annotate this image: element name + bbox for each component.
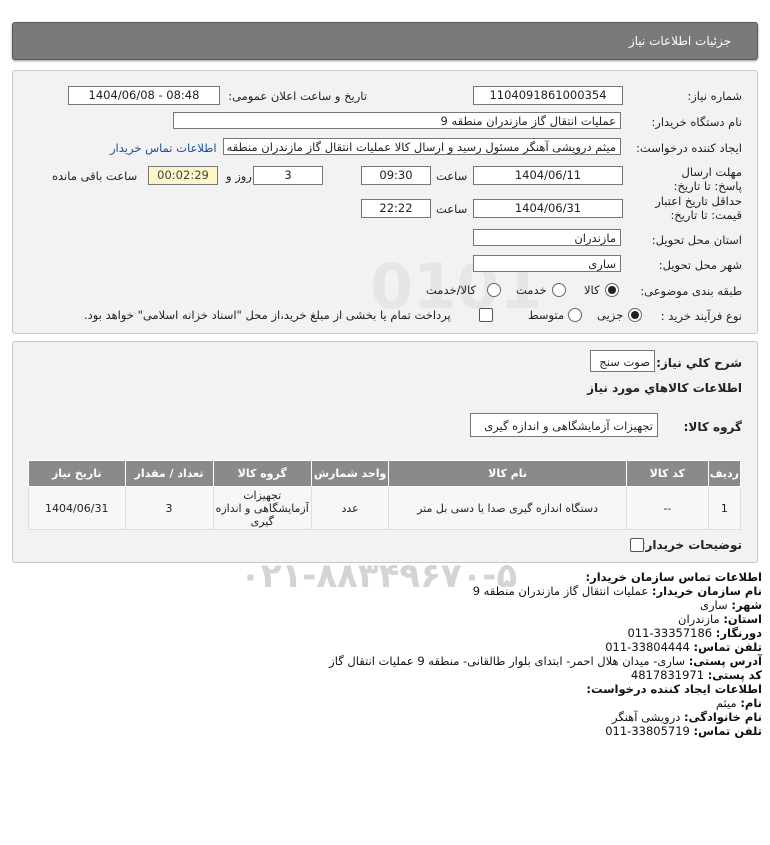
buyer-notes-checkbox[interactable] xyxy=(630,538,644,552)
deadline-date-field: 1404/06/11 xyxy=(473,166,623,185)
contact-org: نام سازمان خریدار: عملیات انتقال گاز ماز… xyxy=(472,584,762,598)
items-title: اطلاعات کالاهاي مورد نياز xyxy=(587,381,742,395)
announce-field: 1404/06/08 - 08:48 xyxy=(68,86,220,105)
creator-field: میثم درویشی آهنگر مسئول رسید و ارسال کال… xyxy=(223,138,621,155)
creator-first-name: نام: میثم xyxy=(715,696,762,710)
col-date: تاریخ نیاز xyxy=(28,460,126,487)
col-code: کد کالا xyxy=(625,460,709,487)
deadline-label: مهلت ارسال پاسخ: تا تاریخ: xyxy=(673,165,742,193)
goods-group-field: تجهیزات آزمایشگاهی و اندازه گیری xyxy=(470,413,658,437)
cell-date: 1404/06/31 xyxy=(28,486,126,530)
need-number-field: 1104091861000354 xyxy=(473,86,623,105)
description-label: شرح کلي نياز: xyxy=(656,356,742,370)
page-title: جزئیات اطلاعات نیاز xyxy=(628,34,731,48)
table-row: 1 -- دستگاه اندازه گیری صدا یا دسی بل مت… xyxy=(28,486,742,530)
need-number-label: شماره نیاز: xyxy=(687,89,742,103)
contact-address: آدرس پستی: ساری- میدان هلال احمر- ابتدای… xyxy=(329,654,762,668)
category-radio-goods[interactable] xyxy=(605,283,619,297)
process-option-medium: متوسط xyxy=(528,308,565,322)
deadline-time-label: ساعت xyxy=(436,169,468,183)
validity-time-field: 22:22 xyxy=(361,199,431,218)
days-field: 3 xyxy=(253,166,323,185)
contact-province: استان: مازندران xyxy=(678,612,762,626)
cell-name: دستگاه اندازه گیری صدا یا دسی بل متر xyxy=(388,486,627,530)
process-radio-minor[interactable] xyxy=(628,308,642,322)
payment-text: پرداخت تمام یا بخشی از مبلغ خرید،از محل … xyxy=(84,308,451,322)
category-radio-service[interactable] xyxy=(552,283,566,297)
process-option-minor: جزیی xyxy=(597,308,624,322)
col-unit: واحد شمارش xyxy=(310,460,390,487)
contact-phone: تلفن تماس: 33804444-011 xyxy=(605,640,762,654)
creator-info-title: اطلاعات ایجاد کننده درخواست: xyxy=(586,682,762,696)
category-option-goods: کالا xyxy=(584,283,600,297)
category-option-service: خدمت xyxy=(516,283,547,297)
cell-row: 1 xyxy=(707,486,742,530)
cell-group: تجهیزات آزمایشگاهی و اندازه گیری xyxy=(212,486,312,530)
days-label: روز و xyxy=(226,169,252,183)
category-label: طبقه بندی موضوعی: xyxy=(640,284,742,298)
items-table-header: ردیف کد کالا نام کالا واحد شمارش گروه کا… xyxy=(28,460,742,487)
cell-qty: 3 xyxy=(124,486,214,530)
description-field: صوت سنج xyxy=(590,350,655,372)
creator-label: ایجاد کننده درخواست: xyxy=(636,141,742,155)
validity-date-field: 1404/06/31 xyxy=(473,199,623,218)
remaining-time-field: 00:02:29 xyxy=(148,166,218,185)
page-header: جزئیات اطلاعات نیاز xyxy=(12,22,758,60)
col-name: نام کالا xyxy=(388,460,627,487)
city-label: شهر محل تحویل: xyxy=(658,258,742,272)
buyer-org-field: عملیات انتقال گاز مازندران منطقه 9 xyxy=(173,112,621,129)
category-option-goods-service: کالا/خدمت xyxy=(426,283,477,297)
contact-city: شهر: ساری xyxy=(699,598,762,612)
buyer-contact-link[interactable]: اطلاعات تماس خریدار xyxy=(110,141,217,155)
province-field: مازندران xyxy=(473,229,621,246)
remaining-label: ساعت باقی مانده xyxy=(52,169,138,183)
process-radio-medium[interactable] xyxy=(568,308,582,322)
contact-postal: کد پستی: 4817831971 xyxy=(630,668,762,682)
process-label: نوع فرآیند خرید : xyxy=(660,309,742,323)
category-radio-goods-service[interactable] xyxy=(487,283,501,297)
creator-last-name: نام خانوادگی: درویشی آهنگر xyxy=(612,710,762,724)
goods-group-label: گروه کالا: xyxy=(683,420,742,434)
payment-checkbox[interactable] xyxy=(479,308,493,322)
contact-title: اطلاعات تماس سازمان خریدار: xyxy=(585,570,762,584)
province-label: استان محل تحویل: xyxy=(651,233,742,247)
cell-code: -- xyxy=(625,486,709,530)
buyer-org-label: نام دستگاه خریدار: xyxy=(651,115,742,129)
buyer-notes-label: توضیحات خریدار: xyxy=(640,538,742,552)
contact-fax: دورنگار: 33357186-011 xyxy=(627,626,762,640)
validity-label: حداقل تاریخ اعتبار قیمت: تا تاریخ: xyxy=(655,194,742,222)
city-field: ساری xyxy=(473,255,621,272)
cell-unit: عدد xyxy=(310,486,390,530)
deadline-time-field: 09:30 xyxy=(361,166,431,185)
col-row: ردیف xyxy=(707,460,742,487)
col-group: گروه کالا xyxy=(212,460,312,487)
announce-label: تاریخ و ساعت اعلان عمومی: xyxy=(228,89,367,103)
creator-phone: تلفن تماس: 33805719-011 xyxy=(605,724,762,738)
items-table: ردیف کد کالا نام کالا واحد شمارش گروه کا… xyxy=(28,460,742,530)
col-qty: تعداد / مقدار xyxy=(124,460,214,487)
validity-time-label: ساعت xyxy=(436,202,468,216)
